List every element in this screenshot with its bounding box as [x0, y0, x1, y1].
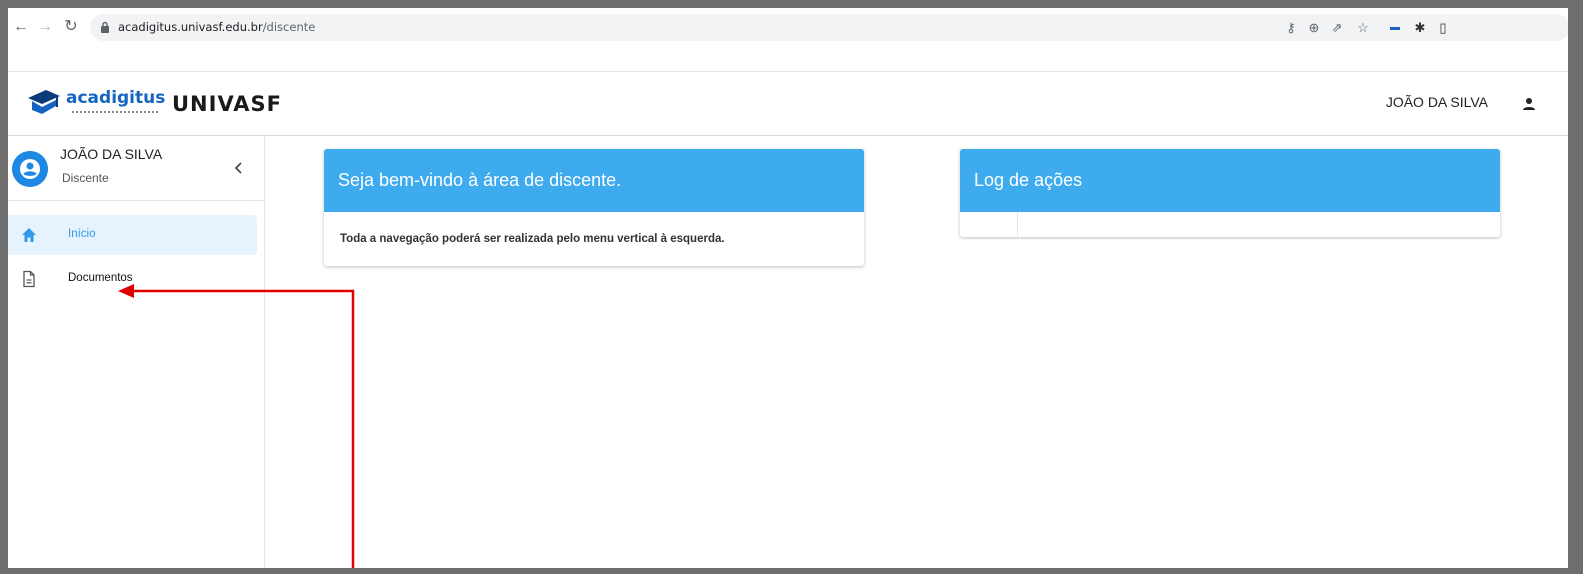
sidebar-item-label: Documentos — [68, 272, 133, 284]
chevron-left-icon[interactable] — [230, 159, 248, 177]
person-icon[interactable] — [1522, 96, 1536, 112]
account-circle-icon — [12, 151, 48, 187]
sidebar-item-inicio[interactable]: Início — [8, 215, 257, 255]
log-table — [960, 212, 1500, 236]
zoom-icon[interactable]: ⊕ — [1305, 19, 1323, 37]
log-table-divider — [1017, 212, 1018, 236]
log-card: Log de ações — [960, 149, 1500, 237]
welcome-card: Seja bem-vindo à área de discente. Toda … — [324, 149, 864, 266]
log-card-title: Log de ações — [960, 149, 1500, 212]
home-icon — [22, 228, 36, 242]
lock-icon — [101, 21, 109, 33]
sidebar: JOÃO DA SILVA Discente Início Documentos — [8, 137, 265, 568]
back-arrow-icon[interactable]: ← — [10, 16, 32, 38]
acadigitus-logo: acadigitus — [66, 88, 166, 108]
flag-icon[interactable]: ▬ — [1386, 19, 1404, 37]
graduation-cap-logo-icon — [28, 90, 60, 114]
browser-toolbar: ← → ↻ acadigitus.univasf.edu.br/discente… — [8, 8, 1568, 72]
sidebar-item-documentos[interactable]: Documentos — [8, 259, 257, 299]
key-icon[interactable]: ⚷ — [1282, 19, 1300, 37]
puzzle-icon[interactable]: ✱ — [1411, 19, 1429, 37]
star-icon[interactable]: ☆ — [1354, 19, 1372, 37]
address-bar[interactable]: acadigitus.univasf.edu.br/discente — [90, 14, 1568, 41]
forward-arrow-icon[interactable]: → — [34, 16, 56, 38]
logo-tagline — [72, 111, 158, 114]
share-icon[interactable]: ⇗ — [1328, 19, 1346, 37]
header-user-name[interactable]: JOÃO DA SILVA — [1386, 94, 1488, 110]
document-icon — [23, 270, 35, 288]
profile-block: JOÃO DA SILVA Discente — [8, 137, 264, 201]
welcome-card-title: Seja bem-vindo à área de discente. — [324, 149, 864, 212]
profile-role: Discente — [62, 171, 109, 185]
page-frame: ← → ↻ acadigitus.univasf.edu.br/discente… — [8, 8, 1568, 568]
sidebar-icon[interactable]: ▯ — [1434, 19, 1452, 37]
app-header: acadigitus UNIVASF JOÃO DA SILVA — [8, 72, 1568, 136]
univasf-logo: UNIVASF — [172, 92, 282, 116]
welcome-card-body: Toda a navegação poderá ser realizada pe… — [340, 233, 725, 245]
profile-name: JOÃO DA SILVA — [60, 146, 163, 162]
url-text: acadigitus.univasf.edu.br/discente — [118, 20, 316, 34]
sidebar-item-label: Início — [68, 228, 96, 240]
reload-icon[interactable]: ↻ — [60, 16, 82, 38]
